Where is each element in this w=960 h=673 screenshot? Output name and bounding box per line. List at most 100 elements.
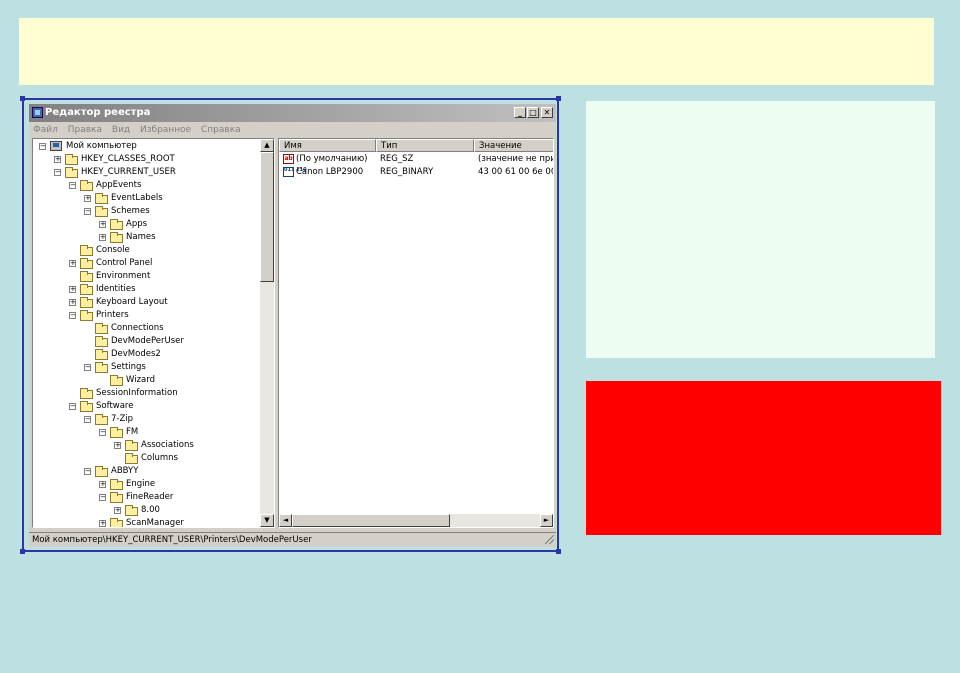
folder-icon xyxy=(95,414,108,425)
collapse-icon[interactable]: − xyxy=(84,416,91,423)
collapse-icon[interactable]: − xyxy=(69,312,76,319)
list-horizontal-scrollbar[interactable]: ◄ ► xyxy=(279,514,553,527)
collapse-icon[interactable]: − xyxy=(84,468,91,475)
tree-node[interactable]: − FineReader xyxy=(33,491,263,504)
key-tree[interactable]: − Мой компьютер + HKEY_CLASSES_ROOT − HKEY_CU… xyxy=(32,138,275,528)
column-header-name[interactable]: Имя xyxy=(279,139,376,152)
folder-icon xyxy=(65,154,78,165)
value-row[interactable]: 011 110 Canon LBP2900 REG_BINARY 43 00 6… xyxy=(279,166,553,179)
expand-icon[interactable]: + xyxy=(114,507,121,514)
expand-icon[interactable]: + xyxy=(99,221,106,228)
tree-node-label: Connections xyxy=(111,323,164,333)
tree-node[interactable]: Connections xyxy=(33,322,263,335)
collapse-icon[interactable]: − xyxy=(99,429,106,436)
resize-grip-icon[interactable] xyxy=(545,535,554,544)
frame-handle[interactable] xyxy=(556,96,561,101)
expand-icon[interactable]: + xyxy=(99,481,106,488)
scroll-up-icon[interactable]: ▲ xyxy=(260,139,274,152)
column-header-value[interactable]: Значение xyxy=(474,139,553,152)
tree-node[interactable]: − HKEY_CURRENT_USER xyxy=(33,166,263,179)
tree-node-label: Engine xyxy=(126,479,156,489)
tree-node[interactable]: SessionInformation xyxy=(33,387,263,400)
tree-node[interactable]: − Software xyxy=(33,400,263,413)
scroll-right-icon[interactable]: ► xyxy=(540,514,553,527)
tree-node-label: 7-Zip xyxy=(111,414,134,424)
menu-view[interactable]: Вид xyxy=(112,125,130,135)
tree-node[interactable]: − Settings xyxy=(33,361,263,374)
tree-node[interactable]: + HKEY_CLASSES_ROOT xyxy=(33,153,263,166)
tree-node[interactable]: − FM xyxy=(33,426,263,439)
registry-editor-window: Редактор реестра _ □ ✕ Файл Правка Вид И… xyxy=(29,104,556,547)
collapse-icon[interactable]: − xyxy=(99,494,106,501)
tree-node[interactable]: + Apps xyxy=(33,218,263,231)
tree-node[interactable]: − Schemes xyxy=(33,205,263,218)
frame-handle[interactable] xyxy=(20,549,25,554)
close-button[interactable]: ✕ xyxy=(541,107,553,118)
folder-icon xyxy=(95,323,108,334)
tree-node-label: Names xyxy=(126,232,156,242)
expand-icon[interactable]: + xyxy=(69,286,76,293)
column-header-type[interactable]: Тип xyxy=(376,139,474,152)
expand-icon[interactable]: + xyxy=(99,234,106,241)
tree-node[interactable]: + ScanManager xyxy=(33,517,263,527)
expand-icon[interactable]: + xyxy=(54,156,61,163)
tree-node[interactable]: + Associations xyxy=(33,439,263,452)
scroll-down-icon[interactable]: ▼ xyxy=(260,514,274,527)
tree-node[interactable]: + Control Panel xyxy=(33,257,263,270)
collapse-icon[interactable]: − xyxy=(84,364,91,371)
tree-vertical-scrollbar[interactable]: ▲ ▼ xyxy=(260,139,274,527)
collapse-icon[interactable]: − xyxy=(54,169,61,176)
tree-node[interactable]: − Printers xyxy=(33,309,263,322)
expand-icon[interactable]: + xyxy=(114,442,121,449)
menu-help[interactable]: Справка xyxy=(201,125,241,135)
top-banner xyxy=(19,18,934,85)
tree-node-label: Control Panel xyxy=(96,258,153,268)
folder-icon xyxy=(95,206,108,217)
value-row[interactable]: ab (По умолчанию) REG_SZ (значение не пр… xyxy=(279,153,553,166)
expand-icon[interactable]: + xyxy=(69,299,76,306)
tree-node[interactable]: Wizard xyxy=(33,374,263,387)
menu-favorites[interactable]: Избранное xyxy=(140,125,191,135)
tree-node[interactable]: + EventLabels xyxy=(33,192,263,205)
folder-icon xyxy=(125,453,138,464)
tree-scroll-thumb[interactable] xyxy=(260,152,274,282)
collapse-icon[interactable]: − xyxy=(84,208,91,215)
collapse-icon[interactable]: − xyxy=(69,182,76,189)
frame-handle[interactable] xyxy=(20,96,25,101)
expand-icon[interactable]: + xyxy=(99,520,106,527)
tree-node[interactable]: + Names xyxy=(33,231,263,244)
tree-node-label: EventLabels xyxy=(111,193,163,203)
scroll-left-icon[interactable]: ◄ xyxy=(279,514,292,527)
tree-node[interactable]: − 7-Zip xyxy=(33,413,263,426)
tree-node[interactable]: Environment xyxy=(33,270,263,283)
folder-icon xyxy=(80,245,93,256)
folder-icon xyxy=(80,401,93,412)
tree-node[interactable]: + Identities xyxy=(33,283,263,296)
tree-node-label: Associations xyxy=(141,440,194,450)
menu-edit[interactable]: Правка xyxy=(68,125,102,135)
tree-node-label: Environment xyxy=(96,271,151,281)
expand-icon[interactable]: + xyxy=(84,195,91,202)
tree-node[interactable]: + Engine xyxy=(33,478,263,491)
tree-node[interactable]: + Keyboard Layout xyxy=(33,296,263,309)
tree-node[interactable]: +8.00 xyxy=(33,504,263,517)
tree-node[interactable]: Columns xyxy=(33,452,263,465)
tree-node[interactable]: Console xyxy=(33,244,263,257)
collapse-icon[interactable]: − xyxy=(69,403,76,410)
tree-node[interactable]: − AppEvents xyxy=(33,179,263,192)
title-bar[interactable]: Редактор реестра _ □ ✕ xyxy=(29,104,556,122)
tree-node[interactable]: DevModes2 xyxy=(33,348,263,361)
frame-handle[interactable] xyxy=(556,549,561,554)
menu-file[interactable]: Файл xyxy=(33,125,58,135)
tree-node-label: 8.00 xyxy=(141,505,160,515)
minimize-button[interactable]: _ xyxy=(514,107,526,118)
list-scroll-thumb[interactable] xyxy=(292,514,450,527)
folder-icon xyxy=(110,427,123,438)
collapse-icon[interactable]: − xyxy=(39,143,46,150)
tree-node[interactable]: DevModePerUser xyxy=(33,335,263,348)
folder-icon xyxy=(95,466,108,477)
expand-icon[interactable]: + xyxy=(69,260,76,267)
tree-node[interactable]: − ABBYY xyxy=(33,465,263,478)
tree-node[interactable]: − Мой компьютер xyxy=(33,140,263,153)
maximize-button[interactable]: □ xyxy=(527,107,539,118)
